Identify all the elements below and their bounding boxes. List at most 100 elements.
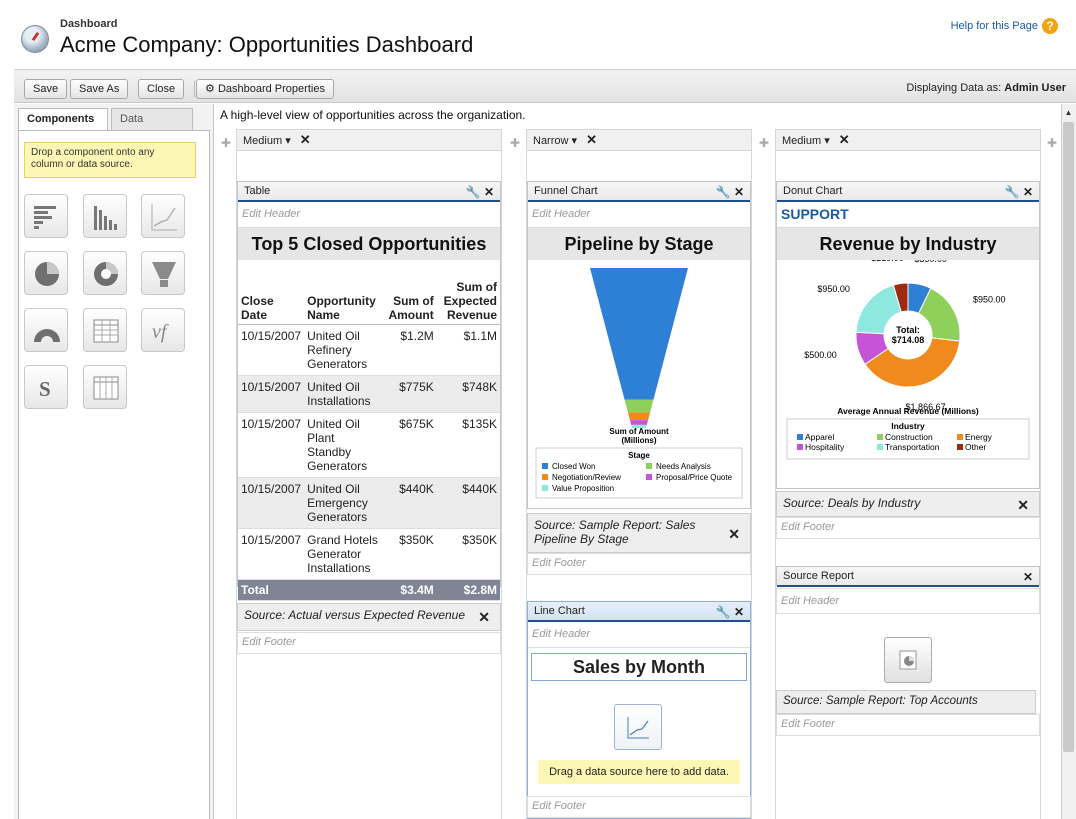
add-column-icon[interactable]: ✚ [510, 136, 520, 150]
dropdown-arrow-icon[interactable]: ▾ [285, 135, 291, 147]
save-button[interactable]: Save [24, 79, 68, 99]
horizontal-bar-chart-icon[interactable] [24, 194, 68, 238]
component-title: Revenue by Industry [777, 228, 1039, 260]
edit-header[interactable]: Edit Header [528, 202, 750, 228]
page-title: Acme Company: Opportunities Dashboard [60, 32, 474, 57]
remove-component-icon[interactable]: ✕ [734, 605, 744, 619]
legend-item: Negotiation/Review [552, 473, 621, 482]
add-column-icon[interactable]: ✚ [759, 136, 769, 150]
table-total-cell: $2.8M [436, 579, 500, 601]
tab-data-sources[interactable]: Data Sources [111, 108, 193, 145]
display-as-user[interactable]: Admin User [1004, 82, 1066, 94]
close-button[interactable]: Close [138, 79, 185, 99]
component-title-bar: Donut Chart 🔧 ✕ [777, 182, 1039, 202]
source-report-component[interactable]: Source Report ✕ [776, 566, 1040, 587]
remove-component-icon[interactable]: ✕ [484, 185, 494, 199]
remove-component-icon[interactable]: ✕ [1023, 185, 1033, 199]
column-width-select[interactable]: Narrow [533, 135, 568, 147]
remove-column-icon[interactable]: ✕ [300, 132, 311, 147]
remove-source-icon[interactable]: ✕ [478, 609, 490, 626]
remove-source-icon[interactable]: ✕ [728, 526, 740, 543]
table-total-cell [304, 579, 384, 601]
edit-header[interactable]: Edit Header [528, 622, 750, 648]
pie-chart-icon[interactable] [24, 251, 68, 295]
table-cell: 10/15/2007 [238, 412, 305, 478]
add-column-icon[interactable]: ✚ [1047, 136, 1057, 150]
save-as-button[interactable]: Save As [70, 79, 129, 99]
metric-icon[interactable] [83, 365, 127, 409]
edit-footer[interactable]: Edit Footer [527, 553, 751, 575]
legend-swatch [957, 444, 963, 450]
source-label[interactable]: Source: Actual versus Expected Revenue [244, 608, 465, 622]
donut-data-label: $950.00 [973, 295, 1006, 305]
line-chart-icon [614, 704, 662, 750]
wrench-icon[interactable]: 🔧 [466, 185, 481, 199]
vertical-bar-chart-icon[interactable] [83, 194, 127, 238]
dropdown-arrow-icon[interactable]: ▾ [824, 135, 830, 147]
table-cell: $1.1M [436, 324, 500, 376]
gauge-chart-icon[interactable] [24, 308, 68, 352]
component-source[interactable]: Source: Actual versus Expected Revenue ✕ [237, 603, 501, 631]
scroll-thumb[interactable] [1063, 122, 1074, 752]
wrench-icon[interactable]: 🔧 [716, 605, 731, 619]
component-source[interactable]: Source: Sample Report: Top Accounts [776, 690, 1036, 714]
column-width-select[interactable]: Medium [243, 135, 282, 147]
edit-footer[interactable]: Edit Footer [776, 714, 1040, 736]
dashboard-properties-button[interactable]: ⚙ Dashboard Properties [196, 79, 334, 99]
tab-components[interactable]: Components [18, 108, 108, 130]
donut-data-label: $500.00 [804, 350, 837, 360]
funnel-axis-label: Sum of Amount [609, 427, 669, 436]
displaying-data-as: Displaying Data as: Admin User [906, 82, 1066, 94]
line-chart-icon[interactable] [141, 194, 185, 238]
legend-item: Hospitality [805, 442, 845, 452]
table-row: 10/15/2007 United Oil Refinery Generators… [238, 324, 500, 376]
table-icon[interactable] [83, 308, 127, 352]
component-title-input[interactable]: Sales by Month [531, 653, 747, 681]
source-label[interactable]: Source: Deals by Industry [783, 496, 920, 510]
line-chart-component[interactable]: Line Chart 🔧 ✕ Edit Header Sales by Mont… [527, 601, 751, 819]
edit-footer[interactable]: Edit Footer [776, 517, 1040, 539]
component-source[interactable]: Source: Sample Report: Sales Pipeline By… [527, 513, 751, 553]
column-width-select[interactable]: Medium [782, 135, 821, 147]
report-icon[interactable] [884, 637, 932, 683]
visualforce-icon[interactable]: vf [141, 308, 185, 352]
component-header[interactable]: SUPPORT [777, 202, 1039, 228]
remove-column-icon[interactable]: ✕ [839, 132, 850, 147]
table-cell: $350K [436, 528, 500, 580]
table-row: 10/15/2007 Grand Hotels Generator Install… [238, 528, 500, 580]
table-component[interactable]: Table 🔧 ✕ Edit Header Top 5 Closed Oppor… [237, 181, 501, 601]
help-icon[interactable]: ? [1042, 18, 1058, 34]
remove-source-icon[interactable]: ✕ [1017, 497, 1029, 514]
donut-data-label: $219.00 [871, 260, 904, 263]
drop-hint: Drop a component onto any column or data… [24, 142, 196, 178]
legend-item: Other [965, 442, 986, 452]
component-type-label: Source Report [783, 570, 854, 582]
wrench-icon[interactable]: 🔧 [1005, 185, 1020, 199]
edit-header[interactable]: Edit Header [238, 202, 500, 228]
edit-footer[interactable]: Edit Footer [237, 632, 501, 654]
edit-footer[interactable]: Edit Footer [527, 796, 751, 818]
dashboard-description[interactable]: A high-level view of opportunities acros… [220, 108, 526, 122]
table-cell: $135K [436, 412, 500, 478]
funnel-chart-component[interactable]: Funnel Chart 🔧 ✕ Edit Header Pipeline by… [527, 181, 751, 509]
remove-component-icon[interactable]: ✕ [1023, 570, 1033, 584]
legend-item: Apparel [805, 432, 834, 442]
table-cell: 10/15/2007 [238, 375, 305, 413]
donut-chart-icon[interactable] [83, 251, 127, 295]
scroll-up-icon[interactable]: ▲ [1062, 108, 1075, 120]
remove-column-icon[interactable]: ✕ [586, 132, 597, 147]
edit-header[interactable]: Edit Header [776, 588, 1040, 614]
dropdown-arrow-icon[interactable]: ▾ [572, 135, 578, 147]
legend-item: Construction [885, 432, 933, 442]
donut-chart-component[interactable]: Donut Chart 🔧 ✕ SUPPORT Revenue by Indus… [776, 181, 1040, 489]
scontrol-icon[interactable]: S [24, 365, 68, 409]
wrench-icon[interactable]: 🔧 [716, 185, 731, 199]
funnel-chart-icon[interactable] [141, 251, 185, 295]
component-source[interactable]: Source: Deals by Industry ✕ [776, 491, 1040, 517]
remove-component-icon[interactable]: ✕ [734, 185, 744, 199]
add-column-icon[interactable]: ✚ [221, 136, 231, 150]
source-label[interactable]: Source: Sample Report: Sales Pipeline By… [534, 518, 695, 546]
help-link[interactable]: Help for this Page [951, 20, 1038, 32]
table-column-header: Opportunity Name [304, 278, 384, 325]
svg-text:vf: vf [152, 321, 169, 343]
